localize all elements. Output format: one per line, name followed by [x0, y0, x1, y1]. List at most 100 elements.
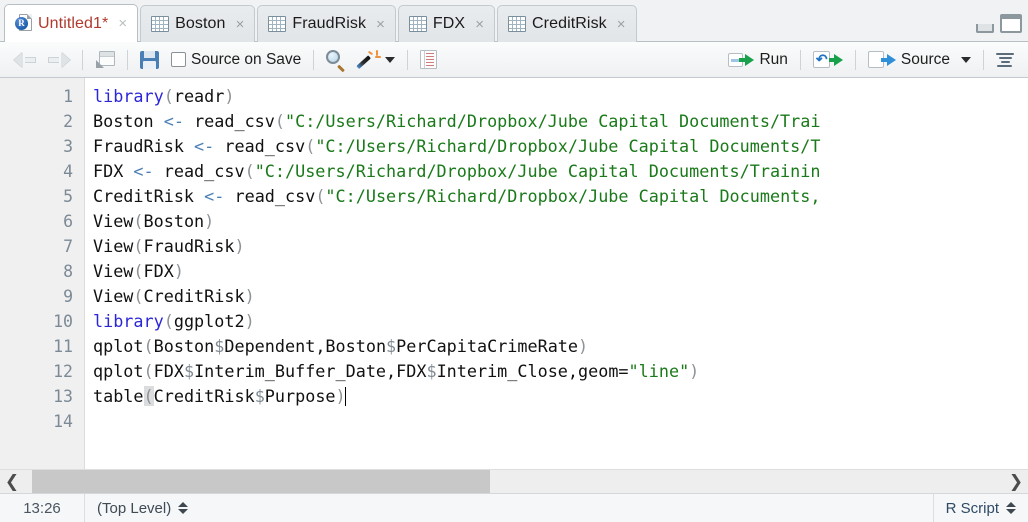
toolbar-divider [127, 49, 128, 70]
token-function: read_csv [224, 136, 306, 156]
scope-selector[interactable]: (Top Level) [85, 500, 189, 517]
source-on-save-checkbox[interactable]: Source on Save [165, 46, 307, 74]
close-icon[interactable]: × [117, 16, 128, 31]
token-paren: ( [143, 336, 154, 356]
tab-untitled1[interactable]: R Untitled1* × [4, 4, 139, 42]
token-function: read_csv [194, 111, 275, 131]
toolbar-divider [799, 49, 801, 70]
scrollbar-thumb[interactable] [32, 470, 490, 493]
code-line[interactable]: View(Boston) [93, 209, 1028, 234]
chevron-updown-icon[interactable] [178, 502, 189, 514]
rerun-previous-icon: ↶ [812, 50, 843, 69]
horizontal-scrollbar[interactable]: ❮ ❯ [0, 469, 1028, 493]
maximize-pane-icon[interactable] [1000, 14, 1022, 33]
compile-report-button[interactable] [414, 46, 443, 74]
token-paren: ( [133, 211, 144, 231]
compile-report-notebook-icon [420, 50, 438, 69]
token-paren: ( [244, 161, 255, 181]
line-number-gutter: 1 2 3 4 5 6 7 8 9 10 11 12 13 14 [0, 78, 85, 469]
token-paren: ( [143, 361, 154, 381]
token-paren: ( [315, 186, 326, 206]
code-line[interactable]: View(FDX) [93, 259, 1028, 284]
code-line[interactable]: library(readr) [93, 84, 1028, 109]
data-frame-icon [507, 16, 526, 32]
tab-fraudrisk[interactable]: FraudRisk × [257, 5, 396, 42]
token-identifier: Dependent [224, 336, 316, 356]
token-identifier: Boston [93, 111, 154, 131]
close-icon[interactable]: × [616, 17, 627, 32]
tab-label: Untitled1* [38, 14, 109, 32]
token-paren: ( [133, 286, 144, 306]
line-number: 10 [53, 312, 73, 331]
save-button[interactable] [134, 46, 165, 74]
code-line[interactable]: View(CreditRisk) [93, 284, 1028, 309]
status-bar: 13:26 (Top Level) R Script [0, 493, 1028, 522]
token-function: read_csv [163, 161, 245, 181]
scrollbar-track[interactable] [24, 470, 1004, 493]
token-dollar: $ [183, 361, 195, 381]
line-number: 6 [63, 212, 73, 231]
code-line[interactable]: library(ggplot2) [93, 309, 1028, 334]
code-line[interactable]: qplot(Boston$Dependent,Boston$PerCapitaC… [93, 334, 1028, 359]
token-identifier: PerCapitaCrimeRate [396, 336, 579, 356]
chevron-down-icon[interactable] [385, 56, 396, 63]
code-line[interactable]: CreditRisk <- read_csv("C:/Users/Richard… [93, 184, 1028, 209]
line-number: 5 [63, 187, 73, 206]
close-icon[interactable]: × [375, 17, 386, 32]
chevron-down-icon[interactable] [961, 56, 971, 63]
file-type-selector[interactable]: R Script [932, 494, 1028, 522]
scroll-right-icon[interactable]: ❯ [1004, 470, 1028, 493]
token-identifier: ggplot2 [173, 311, 245, 331]
tab-creditrisk[interactable]: CreditRisk × [496, 5, 637, 42]
save-icon [140, 50, 159, 69]
code-line[interactable]: qplot(FDX$Interim_Buffer_Date,FDX$Interi… [93, 359, 1028, 384]
token-identifier: CreditRisk [143, 286, 245, 306]
code-line[interactable]: Boston <- read_csv("C:/Users/Richard/Dro… [93, 109, 1028, 134]
close-icon[interactable]: × [474, 17, 485, 32]
toolbar-divider [313, 49, 315, 70]
tab-boston[interactable]: Boston × [140, 5, 256, 42]
minimize-pane-icon[interactable] [976, 24, 994, 33]
toolbar-divider [82, 49, 83, 70]
rerun-button[interactable]: ↶ [807, 46, 849, 74]
token-identifier: FraudRisk [93, 136, 184, 156]
code-tools-button[interactable] [352, 46, 401, 74]
show-in-new-window-button[interactable] [89, 46, 121, 74]
token-paren: ) [689, 361, 700, 381]
code-line[interactable]: FraudRisk <- read_csv("C:/Users/Richard/… [93, 134, 1028, 159]
document-outline-button[interactable] [990, 46, 1020, 74]
forward-button[interactable] [42, 46, 76, 74]
line-number: 11 [53, 337, 73, 356]
scroll-left-icon[interactable]: ❮ [0, 470, 24, 493]
token-paren: ) [244, 311, 255, 331]
tab-label: FraudRisk [292, 15, 367, 32]
code-text-area[interactable]: library(readr) Boston <- read_csv("C:/Us… [85, 78, 1028, 469]
token-identifier: Boston [143, 211, 205, 231]
find-replace-button[interactable] [320, 46, 352, 74]
chevron-updown-icon[interactable] [1006, 502, 1016, 514]
checkbox-icon[interactable] [171, 52, 186, 67]
code-editor[interactable]: 1 2 3 4 5 6 7 8 9 10 11 12 13 14 library… [0, 78, 1028, 469]
token-paren: ( [133, 236, 144, 256]
back-button[interactable] [8, 46, 42, 74]
source-button[interactable]: Source [862, 46, 977, 74]
editor-tab-bar: R Untitled1* × Boston × FraudRisk × FDX … [0, 0, 1028, 42]
token-paren: ( [163, 86, 174, 106]
run-button[interactable]: Run [722, 46, 793, 74]
editor-toolbar: Source on Save Run ↶ Source [0, 42, 1028, 78]
source-icon [867, 50, 896, 69]
token-operator: <- [204, 186, 225, 206]
token-function: View [93, 236, 134, 256]
token-identifier: FDX [93, 161, 124, 181]
code-line[interactable]: View(FraudRisk) [93, 234, 1028, 259]
code-line[interactable]: table(CreditRisk$Purpose) [93, 384, 1028, 409]
token-identifier: Boston [153, 336, 215, 356]
code-line[interactable]: FDX <- read_csv("C:/Users/Richard/Dropbo… [93, 159, 1028, 184]
rstudio-source-pane: R Untitled1* × Boston × FraudRisk × FDX … [0, 0, 1028, 522]
source-on-save-label: Source on Save [191, 50, 302, 68]
close-icon[interactable]: × [235, 17, 246, 32]
code-line[interactable] [93, 409, 1028, 434]
tab-fdx[interactable]: FDX × [397, 5, 495, 42]
token-function: View [93, 261, 134, 281]
token-dollar: $ [426, 361, 437, 381]
